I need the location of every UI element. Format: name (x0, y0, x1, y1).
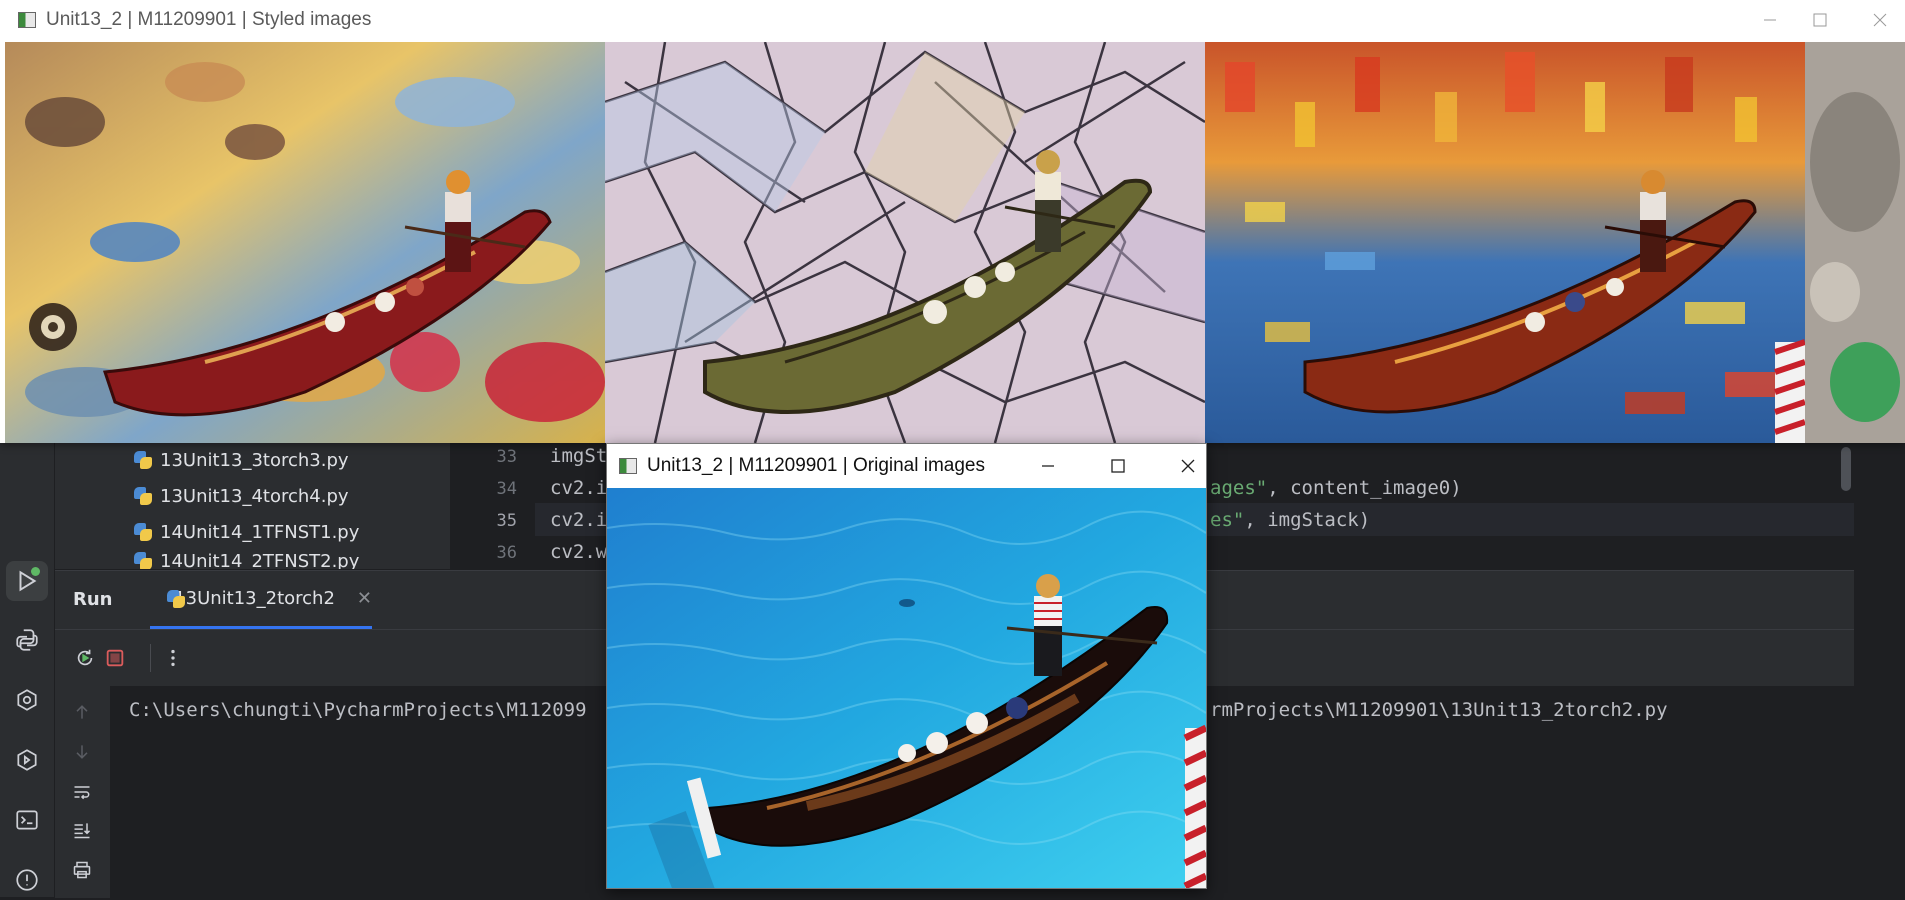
line-number: 36 (496, 543, 517, 563)
minimize-icon[interactable] (1745, 0, 1795, 40)
run-tab-label: 13Unit13_2torch2 (174, 588, 335, 609)
code-line: cv2.i (550, 477, 608, 499)
original-window-titlebar[interactable]: Unit13_2 | M11209901 | Original images (607, 444, 1206, 488)
more-icon[interactable] (159, 644, 187, 672)
minimize-icon[interactable] (1030, 446, 1066, 486)
opencv-window-icon (619, 458, 637, 474)
tree-item-label: 14Unit14_2TFNST2.py (160, 551, 360, 569)
styled-window-titlebar[interactable]: Unit13_2 | M11209901 | Styled images (0, 0, 1905, 40)
python-console-icon[interactable] (0, 620, 54, 660)
stop-icon[interactable] (101, 644, 129, 672)
python-file-icon (133, 450, 153, 470)
running-indicator (31, 567, 40, 576)
tree-item-file[interactable]: 14Unit14_2TFNST2.py (133, 551, 359, 569)
tree-item-label: 13Unit13_3torch3.py (160, 449, 349, 471)
console-output-tail: rmProjects\M11209901\13Unit13_2torch2.py (1210, 699, 1668, 721)
services-icon[interactable] (0, 740, 54, 780)
tree-item-label: 13Unit13_4torch4.py (160, 485, 349, 507)
original-window-title: Unit13_2 | M11209901 | Original images (647, 455, 985, 476)
project-tree: 13Unit13_3torch3.py 13Unit13_4torch4.py … (55, 443, 450, 569)
maximize-icon[interactable] (1795, 0, 1845, 40)
line-number-gutter: 33 34 35 36 (451, 443, 535, 569)
code-line: cv2.w (550, 541, 608, 563)
down-arrow-icon[interactable] (68, 738, 96, 766)
tree-item-file[interactable]: 14Unit14_1TFNST1.py (133, 515, 359, 549)
print-icon[interactable] (68, 856, 96, 884)
close-icon[interactable]: ✕ (357, 588, 372, 609)
python-file-icon (133, 551, 153, 569)
up-arrow-icon[interactable] (68, 698, 96, 726)
problems-icon[interactable] (0, 860, 54, 900)
styled-window-title: Unit13_2 | M11209901 | Styled images (46, 9, 372, 30)
python-file-icon (133, 486, 153, 506)
python-file-icon (166, 589, 185, 609)
line-number: 33 (496, 447, 517, 467)
rerun-icon[interactable] (71, 644, 99, 672)
styled-images-canvas (5, 42, 1905, 443)
close-icon[interactable] (1170, 446, 1206, 486)
styled-image-1 (5, 42, 605, 443)
tree-item-label: 14Unit14_1TFNST1.py (160, 521, 360, 543)
original-images-window: Unit13_2 | M11209901 | Original images (606, 443, 1207, 889)
styled-images-window: Unit13_2 | M11209901 | Styled images (0, 0, 1905, 443)
styled-image-2 (605, 42, 1205, 443)
styled-image-3 (1205, 42, 1805, 443)
run-panel-title: Run (73, 589, 113, 610)
tree-item-file[interactable]: 13Unit13_4torch4.py (133, 479, 349, 513)
run-sidebar (55, 686, 110, 898)
line-number: 34 (496, 479, 517, 499)
line-number: 35 (496, 511, 517, 531)
styled-image-4 (1805, 42, 1905, 443)
maximize-icon[interactable] (1100, 446, 1136, 486)
tree-item-file[interactable]: 13Unit13_3torch3.py (133, 443, 349, 477)
code-line-tail: ages", content_image0) (1210, 477, 1462, 499)
code-line: cv2.i (550, 509, 608, 531)
editor-scrollbar[interactable] (1841, 447, 1851, 491)
original-image (607, 488, 1206, 888)
code-line-tail: es", imgStack) (1210, 509, 1371, 531)
run-tab[interactable]: 13Unit13_2torch2 ✕ (150, 571, 372, 629)
python-packages-icon[interactable] (0, 680, 54, 720)
soft-wrap-icon[interactable] (68, 778, 96, 806)
terminal-icon[interactable] (0, 800, 54, 840)
run-icon[interactable] (6, 561, 48, 601)
code-line: imgSt (550, 445, 608, 467)
console-output: C:\Users\chungti\PycharmProjects\M112099 (129, 699, 587, 721)
toolbar-separator (150, 644, 151, 672)
tool-window-strip (0, 443, 55, 897)
close-icon[interactable] (1855, 0, 1905, 40)
python-file-icon (133, 522, 153, 542)
opencv-window-icon (18, 12, 36, 28)
scroll-to-end-icon[interactable] (68, 816, 96, 844)
